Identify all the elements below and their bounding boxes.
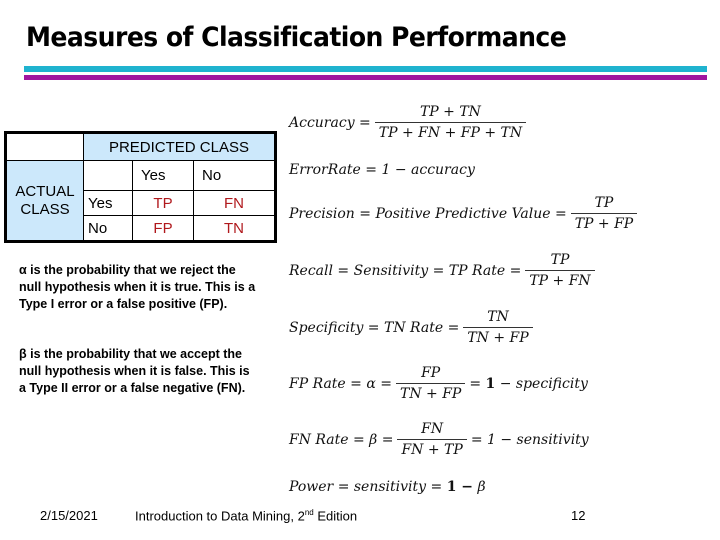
actual-label-no: No (83, 215, 133, 242)
fp-rate-numerator: FP (421, 365, 441, 381)
formula-error-rate: ErrorRate = 1 − accuracy (289, 162, 475, 178)
precision-denominator: TP + FP (570, 213, 638, 232)
accuracy-numerator: TP + TN (419, 104, 481, 120)
fn-rate-denominator: FN + TP (397, 439, 467, 458)
formula-power: Power = sensitivity = 1 − β (289, 479, 486, 495)
fp-rate-fraction: FP TN + FP (395, 365, 466, 402)
fn-rate-fraction: FN FN + TP (397, 421, 467, 458)
fp-rate-rhs: − specificity (499, 375, 588, 392)
empty-label-cell (83, 160, 133, 191)
power-one-minus: 1 − (446, 479, 474, 495)
alpha-symbol: α (19, 263, 27, 277)
course-prefix: Introduction to Data Mining, 2 (135, 508, 305, 524)
fn-rate-numerator: FN (421, 421, 444, 437)
beta-text: is the probability that we accept the nu… (19, 347, 250, 395)
power-lhs: Power = sensitivity = (289, 479, 443, 495)
specificity-denominator: TN + FP (463, 327, 533, 346)
recall-lhs: Recall = Sensitivity = TP Rate = (289, 262, 522, 279)
empty-corner-cell (5, 132, 84, 161)
alpha-text: is the probability that we reject the nu… (19, 263, 256, 311)
slide-title: Measures of Classification Performance (26, 22, 567, 53)
fp-rate-lhs: FP Rate = α = (289, 375, 392, 392)
actual-class-header: ACTUAL CLASS (5, 160, 84, 242)
formula-fn-rate: FN Rate = β = FN FN + TP = 1 − sensitivi… (289, 421, 589, 458)
cell-tn: TN (193, 215, 276, 242)
fp-rate-equals: = (469, 375, 482, 392)
beta-explanation: β is the probability that we accept the … (19, 346, 259, 397)
fn-rate-lhs: FN Rate = β = (289, 431, 394, 448)
power-rhs: β (477, 479, 486, 495)
specificity-fraction: TN TN + FP (463, 309, 533, 346)
precision-lhs: Precision = Positive Predictive Value = (289, 205, 567, 222)
cell-fp: FP (132, 215, 194, 242)
precision-numerator: TP (594, 195, 614, 211)
accuracy-lhs: Accuracy = (289, 114, 371, 131)
course-sup: nd (304, 508, 314, 517)
title-underline-cyan (24, 66, 707, 72)
title-underline-purple (24, 75, 707, 80)
beta-symbol: β (19, 347, 27, 361)
formula-fp-rate: FP Rate = α = FP TN + FP = 1 − specifici… (289, 365, 588, 402)
fp-rate-denominator: TN + FP (395, 383, 466, 402)
actual-label-yes: Yes (83, 190, 133, 216)
fn-rate-rhs: = 1 − sensitivity (470, 431, 589, 448)
predicted-class-header: PREDICTED CLASS (83, 132, 276, 161)
footer-page-number: 12 (571, 508, 586, 523)
recall-numerator: TP (550, 252, 570, 268)
cell-tp: TP (132, 190, 194, 216)
confusion-matrix: PREDICTED CLASS ACTUAL CLASS Yes No Yes … (4, 131, 277, 243)
course-suffix: Edition (313, 508, 358, 524)
fp-rate-one: 1 (485, 375, 496, 392)
accuracy-denominator: TP + FN + FP + TN (374, 122, 527, 141)
error-rate-text: ErrorRate = 1 − accuracy (289, 162, 475, 178)
specificity-lhs: Specificity = TN Rate = (289, 319, 460, 336)
formula-recall: Recall = Sensitivity = TP Rate = TP TP +… (289, 252, 599, 289)
actual-header-line2: CLASS (20, 200, 70, 218)
cell-fn: FN (193, 190, 276, 216)
recall-denominator: TP + FN (525, 270, 595, 289)
predicted-label-yes: Yes (132, 160, 194, 191)
formula-specificity: Specificity = TN Rate = TN TN + FP (289, 309, 537, 346)
precision-fraction: TP TP + FP (570, 195, 638, 232)
specificity-numerator: TN (487, 309, 509, 325)
formula-precision: Precision = Positive Predictive Value = … (289, 195, 641, 232)
formula-accuracy: Accuracy = TP + TN TP + FN + FP + TN (289, 104, 530, 141)
alpha-explanation: α is the probability that we reject the … (19, 262, 259, 313)
footer-date: 2/15/2021 (40, 508, 98, 523)
footer-course-title: Introduction to Data Mining, 2nd Edition (135, 508, 357, 523)
predicted-label-no: No (193, 160, 276, 191)
recall-fraction: TP TP + FN (525, 252, 595, 289)
actual-header-line1: ACTUAL (15, 182, 75, 200)
accuracy-fraction: TP + TN TP + FN + FP + TN (374, 104, 527, 141)
